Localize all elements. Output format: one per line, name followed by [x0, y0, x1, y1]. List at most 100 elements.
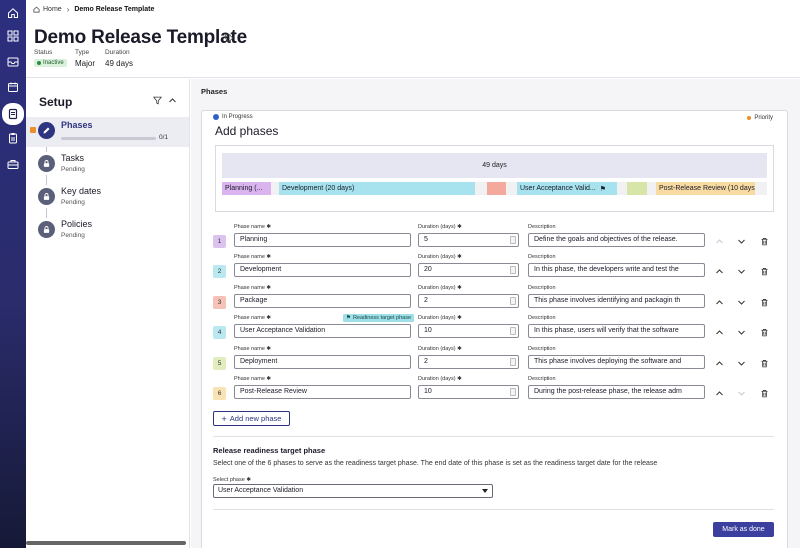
move-down-button[interactable]: [735, 326, 747, 338]
phase-number: 6: [213, 387, 226, 400]
move-down-button[interactable]: [735, 235, 747, 247]
timeline-bar-uav[interactable]: User Acceptance Valid... ⚑: [517, 182, 617, 195]
trash-icon: [761, 328, 767, 336]
delete-button[interactable]: [758, 296, 770, 308]
chevron-down-icon: [737, 300, 745, 305]
step-tasks[interactable]: Tasks Pending: [26, 150, 189, 180]
stepper-icon[interactable]: [510, 266, 516, 274]
timeline-bar-development[interactable]: Development (20 days): [279, 182, 475, 195]
add-phase-button[interactable]: + Add new phase: [213, 411, 290, 426]
stepper-icon[interactable]: [510, 358, 516, 366]
move-down-button[interactable]: [735, 296, 747, 308]
priority-dot-icon: [747, 116, 752, 120]
duration-label: Duration: [105, 49, 130, 56]
clipboard-icon[interactable]: [3, 128, 23, 148]
templates-icon[interactable]: [2, 103, 24, 125]
breadcrumb-current: Demo Release Template: [74, 5, 155, 13]
duration-input[interactable]: 10: [418, 324, 519, 338]
in-progress-icon: [213, 114, 219, 120]
description-label: Description: [528, 376, 556, 382]
readiness-phase-select[interactable]: User Acceptance Validation: [213, 484, 493, 498]
mark-as-done-button[interactable]: Mark as done: [713, 522, 774, 537]
phase-number: 3: [213, 296, 226, 309]
toolbox-icon[interactable]: [3, 154, 23, 174]
delete-button[interactable]: [758, 357, 770, 369]
duration-input[interactable]: 2: [418, 294, 519, 308]
chevron-up-icon: [715, 299, 723, 304]
step-key-dates-status: Pending: [61, 199, 85, 206]
move-down-button[interactable]: [735, 357, 747, 369]
home-icon[interactable]: [3, 3, 23, 23]
move-up-button[interactable]: [713, 326, 725, 338]
phase-name-input[interactable]: Post-Release Review: [234, 385, 411, 399]
phase-name-input[interactable]: User Acceptance Validation: [234, 324, 411, 338]
phase-name-input[interactable]: Development: [234, 263, 411, 277]
step-policies-status: Pending: [61, 232, 85, 239]
move-down-button[interactable]: [735, 387, 747, 399]
step-policies[interactable]: Policies Pending: [26, 216, 189, 246]
sidebar-scrollbar[interactable]: [26, 541, 186, 545]
description-input[interactable]: In this phase, users will verify that th…: [528, 324, 705, 338]
timeline-bar-package[interactable]: [487, 182, 506, 195]
move-down-button[interactable]: [735, 265, 747, 277]
duration-label: Duration (days) ✱: [418, 285, 462, 291]
delete-button[interactable]: [758, 387, 770, 399]
stepper-icon[interactable]: [510, 388, 516, 396]
chevron-right-icon: ›: [66, 4, 70, 14]
card-title: Add phases: [215, 124, 279, 138]
stepper-icon[interactable]: [510, 236, 516, 244]
setup-title: Setup: [39, 95, 73, 109]
step-phases[interactable]: Phases 0/1: [26, 117, 189, 147]
readiness-phase-value: User Acceptance Validation: [218, 487, 304, 494]
description-input[interactable]: This phase involves deploying the softwa…: [528, 355, 705, 369]
calendar-icon[interactable]: [3, 77, 23, 97]
phase-name-input[interactable]: Package: [234, 294, 411, 308]
stepper-icon[interactable]: [510, 327, 516, 335]
phase-name-input[interactable]: Planning: [234, 233, 411, 247]
timeline-bar-post-release[interactable]: Post-Release Review (10 days): [656, 182, 755, 195]
timeline-total: 49 days: [222, 153, 767, 178]
delete-button[interactable]: [758, 265, 770, 277]
description-input[interactable]: During the post-release phase, the relea…: [528, 385, 705, 399]
timeline-bar-uav-label: User Acceptance Valid...: [520, 185, 596, 192]
chevron-down-icon: [737, 391, 745, 396]
dashboard-icon[interactable]: [3, 26, 23, 46]
delete-button[interactable]: [758, 235, 770, 247]
status-badge: Inactive: [34, 58, 67, 67]
breadcrumb-home[interactable]: Home: [33, 6, 62, 13]
home-small-icon: [33, 6, 40, 12]
chevron-up-icon: [715, 268, 723, 273]
duration-input[interactable]: 20: [418, 263, 519, 277]
trash-icon: [761, 298, 767, 306]
description-label: Description: [528, 346, 556, 352]
stepper-icon[interactable]: [510, 297, 516, 305]
chevron-up-icon[interactable]: [168, 96, 177, 105]
setup-sidebar: Setup Phases 0/1 Tasks Pending Key dates…: [26, 79, 190, 548]
tag-icon[interactable]: [224, 33, 234, 43]
step-key-dates[interactable]: Key dates Pending: [26, 183, 189, 213]
duration-input[interactable]: 2: [418, 355, 519, 369]
type-label: Type: [75, 49, 90, 56]
divider: [213, 436, 774, 437]
description-input[interactable]: In this phase, the developers write and …: [528, 263, 705, 277]
move-up-button[interactable]: [713, 296, 725, 308]
filter-icon[interactable]: [153, 96, 162, 105]
duration-input[interactable]: 10: [418, 385, 519, 399]
timeline-bar-planning[interactable]: Planning (...: [222, 182, 271, 195]
inbox-icon[interactable]: [3, 52, 23, 72]
move-up-button[interactable]: [713, 265, 725, 277]
phase-name-input[interactable]: Deployment: [234, 355, 411, 369]
delete-button[interactable]: [758, 326, 770, 338]
phase-number: 1: [213, 235, 226, 248]
phase-row: 4 Phase name ✱ ⚑ Readiness target phase U…: [213, 314, 778, 343]
description-label: Description: [528, 285, 556, 291]
duration-input[interactable]: 5: [418, 233, 519, 247]
timeline-bar-deployment[interactable]: [627, 182, 647, 195]
section-heading: Phases: [201, 87, 228, 96]
duration-label: Duration (days) ✱: [418, 346, 462, 352]
move-up-button[interactable]: [713, 357, 725, 369]
move-up-button[interactable]: [713, 387, 725, 399]
move-up-button[interactable]: [713, 235, 725, 247]
description-input[interactable]: This phase involves identifying and pack…: [528, 294, 705, 308]
description-input[interactable]: Define the goals and objectives of the r…: [528, 233, 705, 247]
